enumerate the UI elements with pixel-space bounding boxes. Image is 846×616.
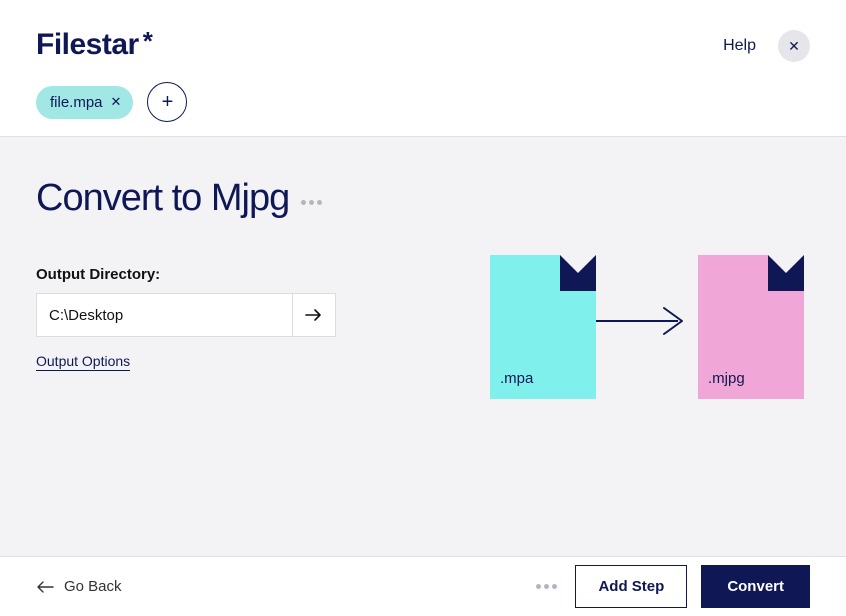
arrow-left-icon (36, 581, 54, 593)
footer-actions: Add Step Convert (536, 565, 810, 608)
output-options-link[interactable]: Output Options (36, 353, 130, 371)
header-right: Help ✕ (723, 30, 810, 62)
main-content: Convert to Mjpg Output Directory: Output… (0, 136, 846, 556)
source-file-icon: .mpa (490, 255, 596, 399)
title-more-icon[interactable] (301, 200, 322, 205)
footer: Go Back Add Step Convert (0, 556, 846, 616)
output-directory-input[interactable] (36, 293, 292, 337)
brand-logo: Filestar* (36, 28, 187, 62)
close-icon: ✕ (788, 38, 800, 55)
source-ext-label: .mpa (500, 370, 533, 387)
go-back-button[interactable]: Go Back (36, 578, 122, 595)
file-fold-icon (768, 255, 804, 291)
page-title-text: Convert to Mjpg (36, 177, 289, 220)
remove-file-icon[interactable]: ✕ (111, 94, 122, 110)
target-file-icon: .mjpg (698, 255, 804, 399)
brand-star: * (143, 28, 153, 54)
file-fold-icon (560, 255, 596, 291)
add-file-button[interactable]: + (147, 82, 187, 122)
header-left: Filestar* file.mpa ✕ + (36, 28, 187, 122)
close-window-button[interactable]: ✕ (778, 30, 810, 62)
more-actions-icon[interactable] (536, 584, 557, 589)
add-step-button[interactable]: Add Step (575, 565, 687, 608)
help-link[interactable]: Help (723, 37, 756, 55)
brand-name: Filestar (36, 28, 139, 62)
file-row: file.mpa ✕ + (36, 82, 187, 122)
file-chip[interactable]: file.mpa ✕ (36, 86, 133, 119)
header: Filestar* file.mpa ✕ + Help ✕ (0, 0, 846, 136)
target-ext-label: .mjpg (708, 370, 745, 387)
go-back-label: Go Back (64, 578, 122, 595)
arrow-right-icon (596, 306, 688, 336)
convert-button[interactable]: Convert (701, 565, 810, 608)
browse-directory-button[interactable] (292, 293, 336, 337)
page-title: Convert to Mjpg (36, 177, 322, 220)
conversion-diagram: .mpa .mjpg (490, 255, 804, 399)
arrow-right-icon (305, 308, 323, 322)
file-chip-label: file.mpa (50, 94, 103, 111)
plus-icon: + (162, 91, 174, 114)
